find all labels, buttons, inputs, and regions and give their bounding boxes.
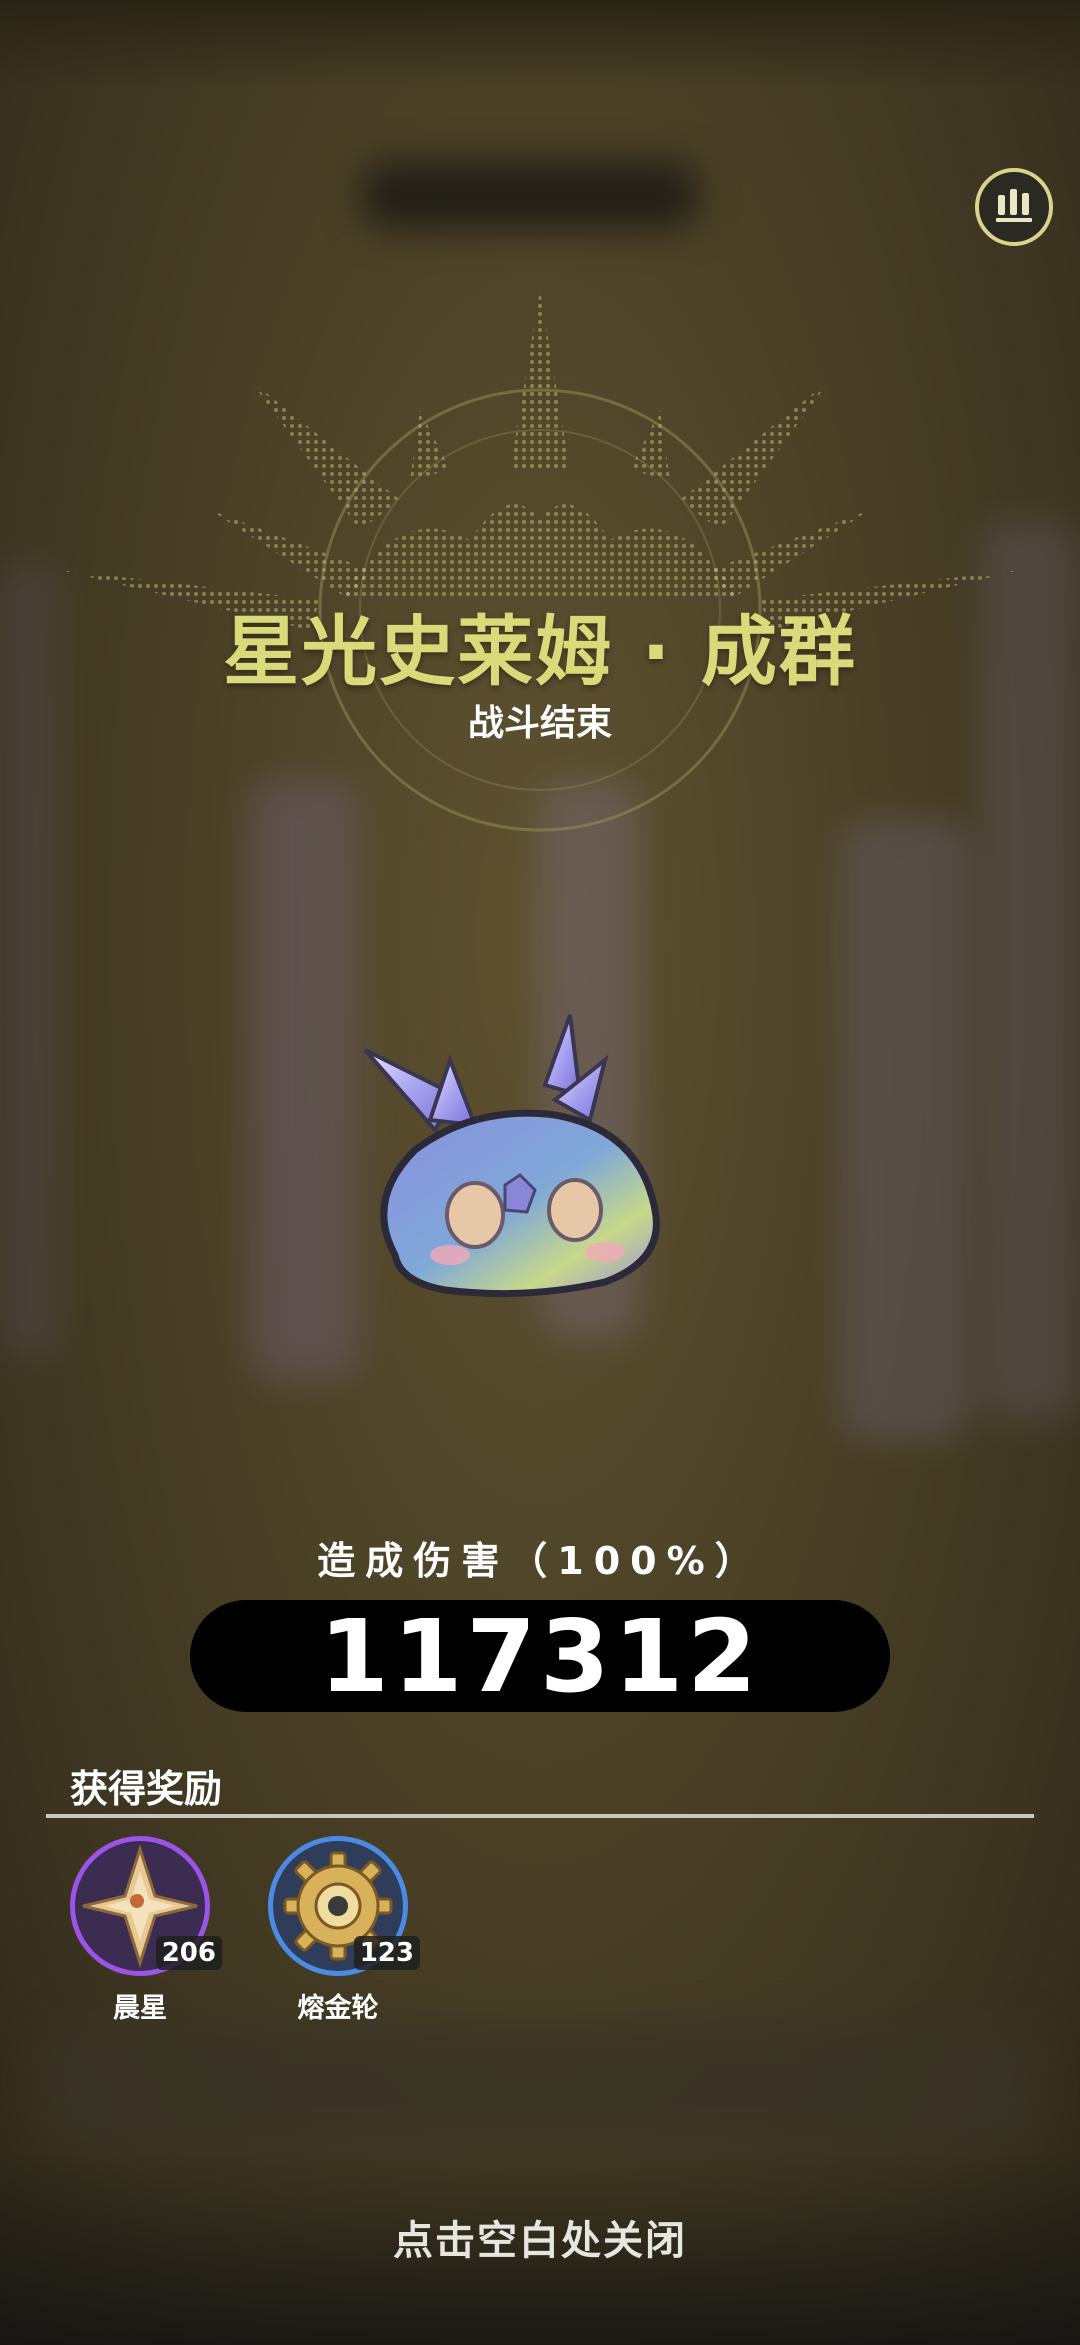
reward-count: 123 xyxy=(353,1936,420,1970)
reward-name: 晨星 xyxy=(113,1993,167,2024)
damage-value: 117312 xyxy=(319,1597,761,1715)
stats-button[interactable] xyxy=(975,168,1053,246)
damage-display: 117312 xyxy=(190,1597,890,1715)
bg-blur-bottom-panel xyxy=(40,2020,1040,2150)
stats-bars-icon xyxy=(994,187,1034,227)
reward-name: 熔金轮 xyxy=(297,1993,379,2024)
boss-emblem xyxy=(60,290,1020,832)
starlight-slime-icon xyxy=(363,1014,660,1298)
battle-status: 战斗结束 xyxy=(467,703,612,744)
top-shade xyxy=(0,0,1080,90)
rewards-divider xyxy=(46,1814,1034,1818)
boss-name: 星光史莱姆 · 成群 xyxy=(223,607,857,696)
close-hint[interactable]: 点击空白处关闭 xyxy=(0,2208,1080,2266)
bg-blur-col-3 xyxy=(840,820,970,1440)
reward-count: 206 xyxy=(155,1936,222,1970)
rewards-title: 获得奖励 xyxy=(70,1767,223,1811)
damage-label: 造成伤害（100%） xyxy=(317,1539,763,1583)
bg-blur-top xyxy=(360,160,700,230)
